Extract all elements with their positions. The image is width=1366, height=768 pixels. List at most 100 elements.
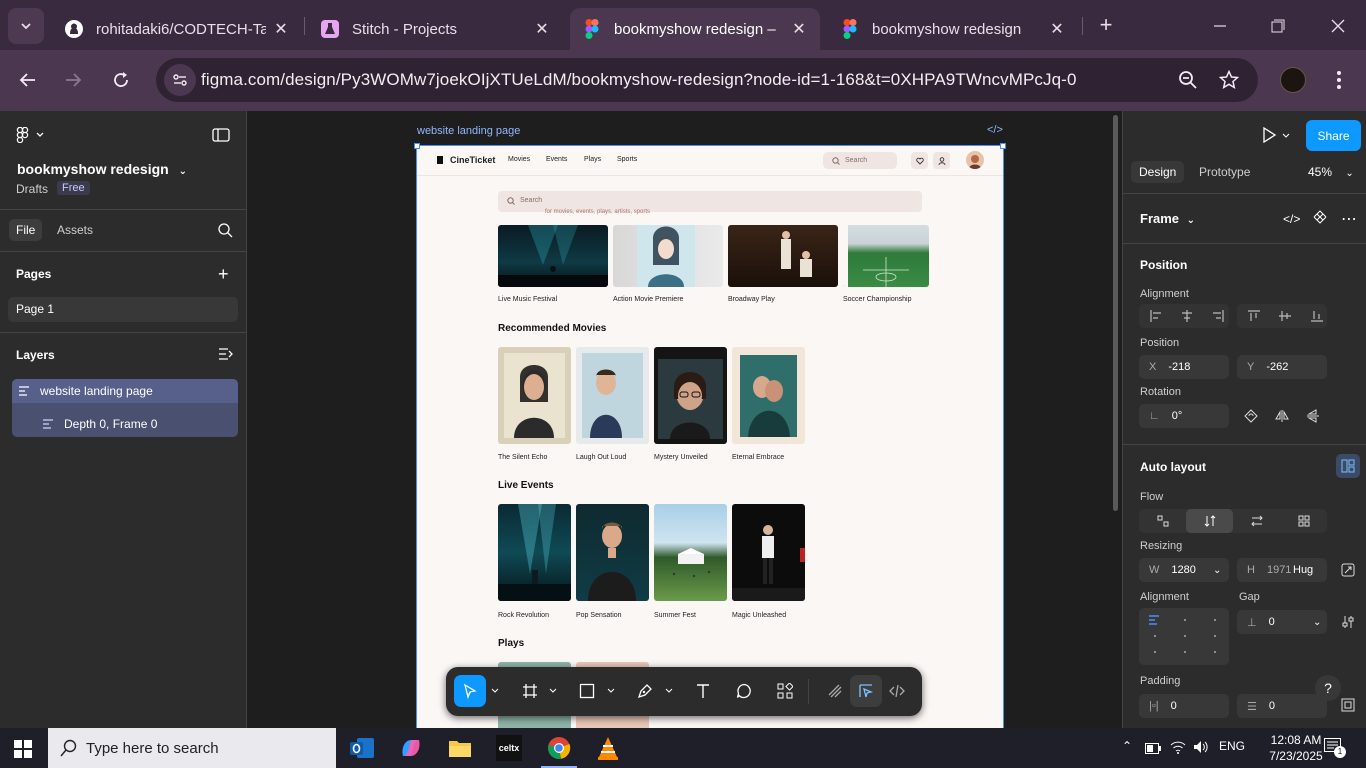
site-search-input[interactable]: Search [823,152,897,169]
notifications-button[interactable]: 1 [1324,738,1346,759]
gap-input[interactable]: ⊥ 0 ⌄ [1237,610,1327,634]
taskbar-outlook[interactable] [342,732,382,764]
canvas-scrollbar[interactable] [1113,115,1118,511]
new-tab-button[interactable]: + [1094,14,1118,38]
comment-tool-button[interactable] [728,675,760,707]
flow-vertical-button[interactable] [1186,509,1233,533]
language-indicator[interactable]: ENG [1219,739,1245,753]
show-hidden-icons[interactable]: ⌃ [1122,739,1132,753]
profile-avatar[interactable] [1280,67,1306,93]
resize-handle[interactable] [414,143,420,149]
bookmark-button[interactable] [1215,66,1243,94]
site-info-icon[interactable] [164,64,196,96]
event-image-pop-sensation[interactable] [576,504,649,601]
rotate-button[interactable] [1237,404,1265,428]
movie-poster-laugh-out-loud[interactable] [576,347,649,444]
featured-image-soccer[interactable] [843,225,929,287]
frame-tool-button[interactable] [514,675,546,707]
project-title[interactable]: bookmyshow redesign ⌄ [17,161,187,177]
address-bar[interactable]: figma.com/design/Py3WOMw7joekOIjXTUeLdM/… [156,58,1258,102]
resize-handle[interactable] [1000,143,1006,149]
padding-horizontal-input[interactable]: |▫| 0 [1139,694,1229,718]
padding-vertical-input[interactable]: ☰ 0 [1237,694,1327,718]
close-icon[interactable]: ✕ [272,20,290,38]
event-image-summer-fest[interactable] [654,504,727,601]
add-page-button[interactable]: + [218,264,229,285]
close-window-button[interactable] [1324,12,1352,40]
component-button[interactable] [1313,210,1327,227]
x-position-input[interactable]: X -218 [1139,355,1229,379]
featured-image-premiere[interactable] [613,225,723,287]
present-button[interactable] [1261,126,1291,146]
taskbar-celtx[interactable]: celtx [489,732,529,764]
favorites-button[interactable] [911,152,928,169]
flow-horizontal-button[interactable] [1233,509,1280,533]
tab-github[interactable]: rohitadaki6/CODTECH-Ta ✕ [52,8,302,50]
start-button[interactable] [14,740,32,761]
tab-prototype[interactable]: Prototype [1199,165,1250,179]
draw-mode-button[interactable] [819,675,851,707]
taskbar-chrome[interactable] [539,732,579,764]
volume-icon[interactable] [1193,740,1209,757]
taskbar-search-input[interactable]: Type here to search [48,728,336,768]
zoom-dropdown[interactable]: 45% ⌄ [1308,165,1354,179]
figma-menu-button[interactable] [16,126,46,146]
site-nav-events[interactable]: Events [546,156,567,163]
design-canvas[interactable]: website landing page </> CineTicket Movi… [247,111,1122,728]
chevron-down-icon[interactable] [607,687,615,695]
tab-bookmyshow-active[interactable]: bookmyshow redesign – ✕ [570,8,820,50]
code-icon[interactable]: </> [1283,212,1300,226]
layer-website-landing-page[interactable]: website landing page [12,379,238,403]
taskbar-vlc[interactable] [588,732,628,764]
event-image-rock-revolution[interactable] [498,504,571,601]
tab-file[interactable]: File [9,219,43,241]
site-user-avatar[interactable] [966,151,984,169]
auto-layout-toggle[interactable] [1336,454,1360,478]
frame-label[interactable]: website landing page [417,125,520,137]
help-button[interactable]: ? [1315,675,1341,701]
restore-button[interactable] [1264,12,1292,40]
pen-tool-button[interactable] [629,675,661,707]
back-button[interactable] [14,66,42,94]
chevron-down-icon[interactable] [665,687,673,695]
align-vertical-icons[interactable] [1247,309,1327,323]
reload-button[interactable] [107,66,135,94]
minimize-button[interactable] [1206,12,1234,40]
actions-tool-button[interactable] [769,675,801,707]
y-position-input[interactable]: Y -262 [1237,355,1327,379]
taskbar-copilot[interactable] [391,732,431,764]
design-mode-button[interactable] [850,675,882,707]
flow-grid-button[interactable] [1280,509,1327,533]
tab-search-button[interactable] [8,8,44,44]
layout-settings-button[interactable] [1341,615,1355,632]
close-icon[interactable]: ✕ [790,20,808,38]
more-options-icon[interactable]: ⋯ [1341,209,1357,229]
tab-stitch[interactable]: Stitch - Projects ✕ [308,8,563,50]
featured-image-concert[interactable] [498,225,608,287]
rotation-input[interactable]: ∟ 0° [1139,404,1229,428]
battery-icon[interactable] [1145,742,1161,757]
flip-vertical-button[interactable] [1299,404,1327,428]
width-input[interactable]: W 1280 ⌄ [1139,558,1229,582]
collapse-layers-button[interactable] [218,347,233,364]
featured-image-broadway[interactable] [728,225,838,287]
move-tool-button[interactable] [454,675,486,707]
chevron-down-icon[interactable] [491,687,499,695]
taskbar-file-explorer[interactable] [440,732,480,764]
movie-poster-mystery-unveiled[interactable] [654,347,727,444]
toggle-sidebar-button[interactable] [212,128,230,145]
event-image-magic-unleashed[interactable] [732,504,805,601]
website-landing-frame[interactable]: CineTicket Movies Events Plays Sports Se… [416,145,1004,728]
site-nav-plays[interactable]: Plays [584,156,601,163]
taskbar-clock[interactable]: 12:08 AM 7/23/2025 [1268,732,1324,764]
code-icon[interactable]: </> [987,124,1003,136]
movie-poster-eternal-embrace[interactable] [732,347,805,444]
align-horizontal-icons[interactable] [1149,309,1229,323]
zoom-button[interactable] [1174,66,1202,94]
page-item-page-1[interactable]: Page 1 [8,297,238,322]
height-input[interactable]: H 1971 Hug [1237,558,1327,582]
text-tool-button[interactable] [687,675,719,707]
movie-poster-silent-echo[interactable] [498,347,571,444]
drafts-label[interactable]: Drafts [16,182,48,196]
forward-button[interactable] [59,66,87,94]
